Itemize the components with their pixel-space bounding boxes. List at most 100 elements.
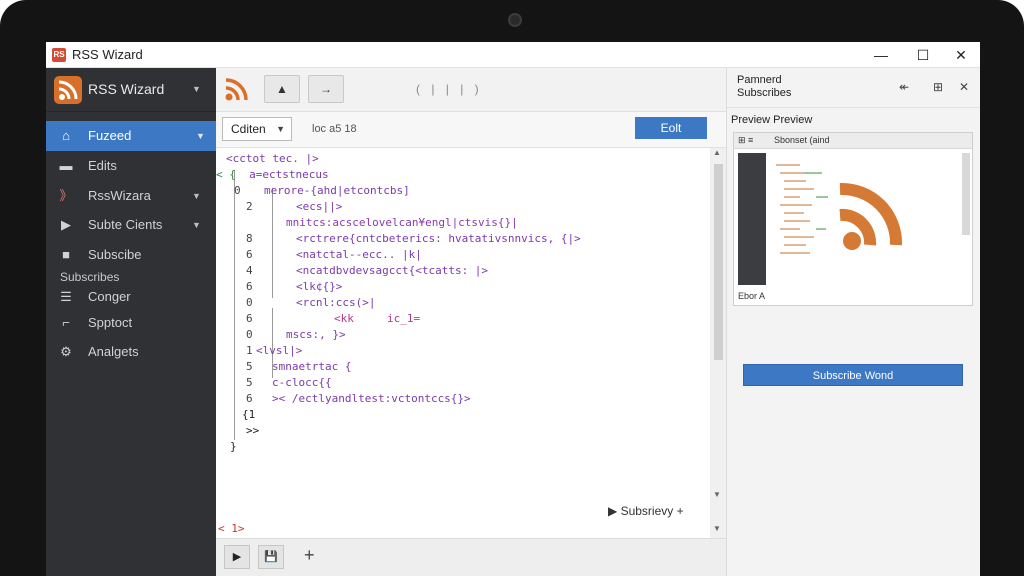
rss-icon [222, 74, 252, 104]
code-token: a=ectstnecus [249, 168, 329, 181]
scrollbar-thumb[interactable] [714, 164, 723, 360]
sidebar-item-label: Fuzeed [88, 128, 132, 143]
preview-scrollbar[interactable] [962, 153, 970, 235]
close-button[interactable]: ✕ [946, 44, 976, 66]
code-editor[interactable]: <cctot tec. |> < { a=ectstnecus merore-{… [216, 148, 710, 538]
sidebar-item-subte-cients[interactable]: ▶ Subte Cients ▼ [46, 210, 216, 240]
preview-header: Pamnerd Subscribes ↞ ⊞ ✕ [727, 68, 980, 108]
close-icon[interactable]: ✕ [959, 80, 969, 94]
preview-title: Preview Preview [731, 114, 813, 126]
chevron-down-icon[interactable]: ▼ [713, 524, 721, 533]
line-number: 5 [246, 360, 253, 373]
preview-sidebar [738, 153, 766, 285]
editor-pane: ▲ → ( | | | ) Cditen ▼ loc a5 18 Eolt <c… [216, 68, 726, 576]
rss-logo-icon [54, 76, 82, 104]
code-line: } [230, 440, 237, 453]
play-button[interactable]: ▶ [224, 545, 250, 569]
sidebar-header[interactable]: RSS Wizard ▼ [46, 68, 216, 112]
sidebar-item-label: Edits [88, 158, 117, 173]
edit-button[interactable]: Eolt [635, 117, 707, 139]
gear-icon: ⚙ [60, 344, 72, 359]
sidebar: RSS Wizard ▼ ⌂ Fuzeed ▼ ▬ Edits 》 RssWiz… [46, 68, 216, 576]
maximize-button[interactable]: ☐ [908, 44, 938, 66]
subscribe-link[interactable]: ▶ Subsrievy + [608, 504, 684, 518]
grid-icon: ⊞ ≡ [738, 135, 754, 145]
bottom-tag: < 1> [218, 522, 245, 535]
window-title: RSS Wizard [72, 47, 143, 62]
camera-icon [508, 13, 522, 27]
indent-guide [234, 170, 235, 440]
code-line: <lvsl|> [256, 344, 303, 357]
back-icon[interactable]: ↞ [899, 80, 909, 94]
rss-icon: 》 [59, 188, 73, 203]
code-line: merore-{ahd|etcontcbs] [264, 184, 410, 197]
pin-icon[interactable]: ⊞ [933, 80, 943, 94]
sidebar-item-label: Conger [88, 289, 131, 304]
folder-icon: ▬ [59, 158, 73, 173]
preview-frame-bar: ⊞ ≡ Sbonset (aind [734, 133, 972, 149]
play-icon: ▶ [61, 217, 71, 232]
code-line: {1 [242, 408, 256, 421]
sidebar-item-label: RssWizara [88, 188, 151, 203]
sidebar-item-rsswizara[interactable]: 》 RssWizara ▼ [46, 181, 216, 211]
subscribe-link-label: Subsrievy [620, 504, 674, 518]
sidebar-item-fuzeed[interactable]: ⌂ Fuzeed ▼ [46, 121, 216, 151]
sidebar-item-edits[interactable]: ▬ Edits [46, 151, 216, 181]
sidebar-item-analgets[interactable]: ⚙ Analgets [46, 337, 216, 367]
line-number: 6 [246, 312, 253, 325]
toolbar-marks: ( | | | ) [416, 82, 483, 96]
app-window: RS RSS Wizard — ☐ ✕ RSS Wizard ▼ ⌂ Fuzee… [46, 42, 980, 576]
chevron-down-icon[interactable]: ▼ [192, 84, 201, 94]
preview-frame[interactable]: ⊞ ≡ Sbonset (aind Ebor A [733, 132, 973, 306]
line-number: 6 [246, 392, 253, 405]
sidebar-item-subscibe[interactable]: ■ Subscibe [46, 240, 216, 270]
editor-scrollbar[interactable]: ▲ ▼ ▼ [710, 148, 726, 538]
forward-button[interactable]: → [308, 75, 344, 103]
panel-title-line: Pamnerd [737, 74, 782, 86]
code-line: <rcnl:ccs(>| [296, 296, 376, 309]
line-number: 0 [246, 328, 253, 341]
mode-select[interactable]: Cditen ▼ [222, 117, 292, 141]
code-line: <ncatdbvdevsagcct{<tcatts: |> [296, 264, 489, 277]
sidebar-item-spptoct[interactable]: ⌐ Spptoct [46, 308, 216, 338]
preview-frame-title: Sbonset (aind [774, 135, 830, 145]
mode-select-value: Cditen [231, 122, 266, 136]
code-line: <cctot tec. |> [226, 152, 319, 165]
add-button[interactable]: + [304, 545, 315, 566]
subscribe-button[interactable]: Subscribe Wond [743, 364, 963, 386]
code-line: >> [246, 424, 260, 437]
line-number: 0 [246, 296, 253, 309]
sidebar-item-label: Subte Cients [88, 217, 163, 232]
code-line: >< /ectlyandltest:vctontccs{}> [272, 392, 471, 405]
chevron-down-icon[interactable]: ▼ [713, 490, 721, 499]
panel-title: Pamnerd Subscribes [737, 74, 791, 100]
crop-icon: ⌐ [62, 315, 70, 330]
chevron-down-icon: ▼ [276, 124, 285, 134]
code-line: mnitcs:acscelovelcan¥engl|ctsvis{}| [286, 216, 518, 229]
code-line: <rctrere{cntcbeterics: hvatativsnnvics, … [296, 232, 581, 245]
line-number: 6 [246, 280, 253, 293]
indent-guide [272, 188, 273, 298]
chevron-down-icon: ▼ [192, 191, 201, 201]
code-line: <kk ic_1= [334, 312, 421, 325]
code-line: smnaetrtac { [272, 360, 352, 373]
line-number: 2 [246, 200, 253, 213]
code-line: <natctal--ecc.. |k| [296, 248, 422, 261]
panel-title-line: Subscribes [737, 87, 792, 99]
code-line: <lk¢{}> [296, 280, 343, 293]
line-number: 4 [246, 264, 253, 277]
code-line: c-clocc{{ [272, 376, 332, 389]
sidebar-item-label: Analgets [88, 344, 139, 359]
sidebar-item-label: Subscibe [88, 247, 142, 262]
sidebar-item-label: Spptoct [88, 315, 133, 330]
line-number: 5 [246, 376, 253, 389]
preview-footer: Ebor A [738, 291, 766, 301]
minimize-button[interactable]: — [866, 44, 896, 66]
title-bar: RS RSS Wizard — ☐ ✕ [46, 42, 980, 68]
chevron-up-icon[interactable]: ▲ [713, 148, 721, 157]
location-info: loc a5 18 [312, 123, 357, 135]
save-button[interactable]: 💾 [258, 545, 284, 569]
up-button[interactable]: ▲ [264, 75, 300, 103]
line-number: 0 [234, 184, 241, 197]
line-number: 1 [246, 344, 253, 357]
